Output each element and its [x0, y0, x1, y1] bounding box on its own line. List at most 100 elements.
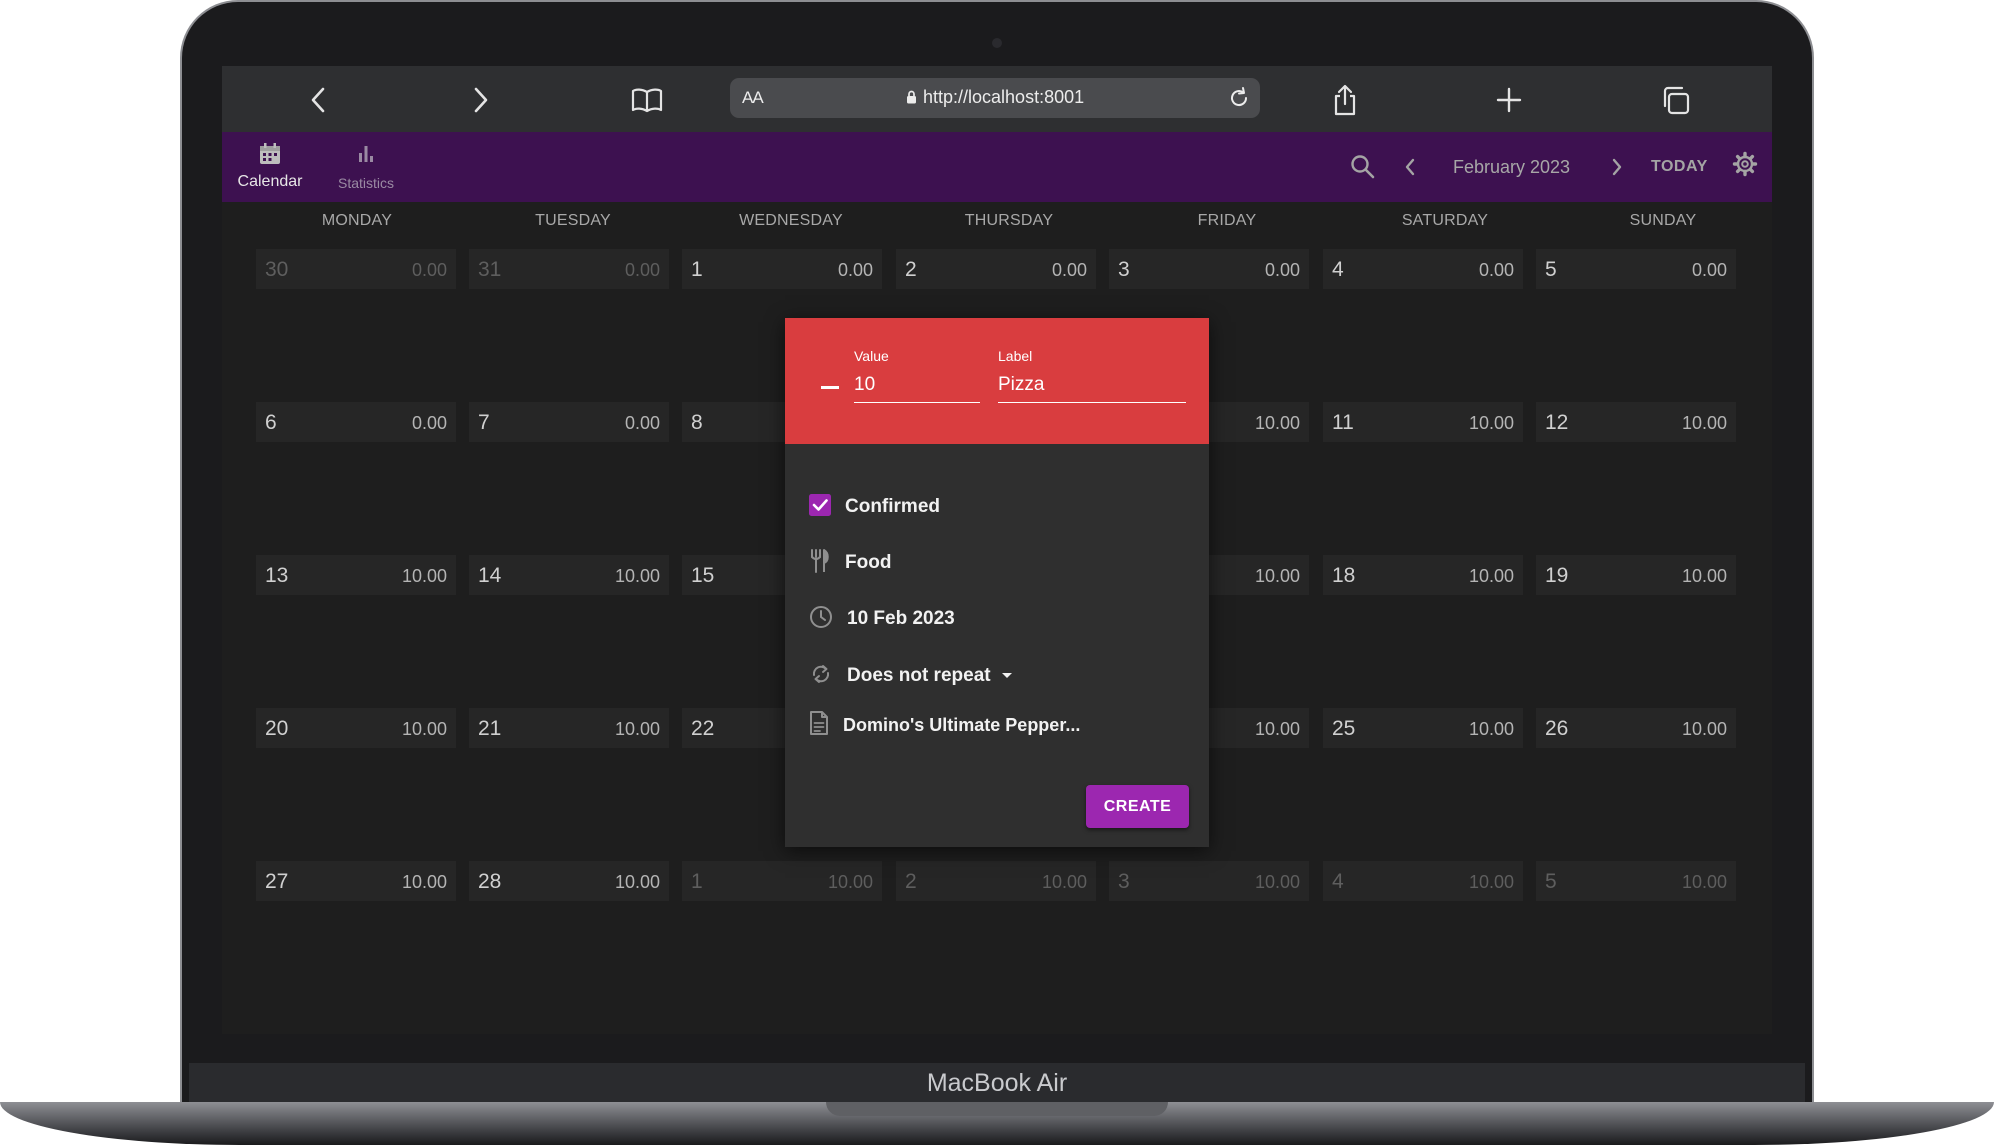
weekday-header: SATURDAY [1401, 212, 1489, 229]
day-amount: 10.00 [1254, 566, 1300, 586]
tabs-icon[interactable] [1658, 83, 1692, 117]
url-text[interactable]: http://localhost:8001 [923, 87, 1084, 108]
label-input[interactable]: Pizza [998, 374, 1186, 403]
next-month-icon[interactable] [1610, 157, 1624, 182]
category-text: Food [845, 552, 892, 573]
day-number: 5 [1545, 870, 1557, 893]
bar-chart-icon [354, 146, 378, 170]
date-row[interactable]: 10 Feb 2023 [809, 604, 955, 634]
day-cell[interactable]: 1 10.00 [682, 861, 882, 901]
lock-icon [906, 90, 917, 109]
note-text[interactable]: Domino's Ultimate Pepper... [843, 715, 1080, 736]
address-bar[interactable]: AA http://localhost:8001 [730, 78, 1260, 118]
calendar-icon [258, 143, 282, 170]
day-cell[interactable]: 6 0.00 [256, 402, 456, 442]
day-cell[interactable]: 18 10.00 [1323, 555, 1523, 595]
day-amount: 10.00 [1254, 413, 1300, 433]
day-number: 27 [265, 870, 289, 893]
day-number: 2 [905, 870, 917, 893]
checkbox-checked-icon[interactable] [809, 493, 831, 521]
nav-tab-calendar-label: Calendar [237, 173, 303, 190]
day-cell[interactable]: 19 10.00 [1536, 555, 1736, 595]
day-number: 22 [691, 717, 715, 740]
day-cell[interactable]: 13 10.00 [256, 555, 456, 595]
weekday-header-row: MONDAY TUESDAY WEDNESDAY THURSDAY FRIDAY… [222, 212, 1772, 232]
reader-button[interactable]: AA [742, 88, 764, 108]
day-number: 14 [478, 564, 502, 587]
note-icon [809, 710, 829, 740]
day-cell[interactable]: 10.00 [682, 249, 882, 289]
day-number: 8 [691, 411, 703, 434]
value-field-label: Value [854, 348, 889, 364]
repeat-icon [809, 662, 833, 691]
value-input[interactable]: 10 [854, 374, 980, 403]
bookmarks-icon[interactable] [630, 83, 664, 117]
day-cell[interactable]: 20 10.00 [256, 708, 456, 748]
day-cell[interactable]: 26 10.00 [1536, 708, 1736, 748]
day-cell[interactable]: 5 10.00 [1536, 861, 1736, 901]
back-icon[interactable] [301, 83, 335, 117]
day-cell[interactable]: 4 10.00 [1323, 861, 1523, 901]
gear-icon[interactable] [1732, 151, 1758, 182]
repeat-select[interactable]: Does not repeat [847, 665, 991, 687]
day-cell[interactable]: 310.00 [1109, 861, 1309, 901]
day-cell[interactable]: 25 10.00 [1323, 708, 1523, 748]
create-button[interactable]: CREATE [1086, 785, 1189, 828]
day-amount: 10.00 [401, 719, 447, 739]
note-row[interactable]: Domino's Ultimate Pepper... [809, 710, 1080, 740]
day-amount: 10.00 [401, 566, 447, 586]
weekday-header: MONDAY [321, 212, 393, 229]
confirmed-row[interactable]: Confirmed [809, 492, 940, 522]
value-field[interactable]: Value 10 [854, 348, 980, 403]
day-number: 11 [1332, 411, 1354, 434]
day-cell[interactable]: 14 10.00 [469, 555, 669, 595]
day-cell[interactable]: 30 0.00 [256, 249, 456, 289]
day-amount: 10.00 [827, 872, 873, 892]
day-cell[interactable]: 2 10.00 [896, 861, 1096, 901]
day-cell[interactable]: 12 10.00 [1536, 402, 1736, 442]
day-cell[interactable]: 21 10.00 [469, 708, 669, 748]
dialog-header: Value 10 Label Pizza [785, 318, 1209, 444]
day-number: 19 [1545, 564, 1569, 587]
day-cell[interactable]: 3 0.00 [1109, 249, 1309, 289]
day-cell[interactable]: 310.00 [469, 249, 669, 289]
sign-toggle-icon[interactable] [821, 386, 839, 389]
day-cell[interactable]: 7 0.00 [469, 402, 669, 442]
browser-toolbar: AA http://localhost:8001 [222, 66, 1772, 133]
weekday-header: WEDNESDAY [739, 212, 843, 229]
day-amount: 10.00 [1681, 413, 1727, 433]
today-button[interactable]: TODAY [1651, 158, 1708, 176]
weekday-header: FRIDAY [1197, 212, 1257, 229]
day-amount: 10.00 [1468, 719, 1514, 739]
day-amount: 0.00 [1264, 260, 1300, 280]
repeat-row[interactable]: Does not repeat [809, 661, 1013, 691]
nav-tab-statistics[interactable]: Statistics [326, 142, 406, 191]
new-tab-icon[interactable] [1492, 83, 1526, 117]
nav-tab-calendar[interactable]: Calendar [230, 142, 310, 191]
day-number: 21 [478, 717, 502, 740]
forward-icon[interactable] [464, 83, 498, 117]
day-cell[interactable]: 27 10.00 [256, 861, 456, 901]
dropdown-arrow-icon[interactable] [1001, 667, 1013, 685]
reload-icon[interactable] [1224, 83, 1254, 118]
day-cell[interactable]: 11 10.00 [1323, 402, 1523, 442]
day-number: 4 [1332, 870, 1344, 893]
nav-tab-statistics-label: Statistics [337, 175, 394, 191]
day-cell[interactable]: 28 10.00 [469, 861, 669, 901]
day-amount: 10.00 [1681, 719, 1727, 739]
day-cell[interactable]: 4 0.00 [1323, 249, 1523, 289]
label-field[interactable]: Label Pizza [998, 348, 1186, 403]
day-number: 6 [265, 411, 277, 434]
day-number: 30 [265, 258, 289, 281]
search-icon[interactable] [1350, 154, 1376, 185]
day-number: 12 [1545, 411, 1569, 434]
day-amount: 10.00 [1254, 872, 1300, 892]
month-label: February 2023 [1453, 157, 1571, 177]
day-amount: 10.00 [401, 872, 447, 892]
day-cell[interactable]: 5 0.00 [1536, 249, 1736, 289]
day-cell[interactable]: 2 0.00 [896, 249, 1096, 289]
cutlery-icon [809, 548, 831, 578]
category-row[interactable]: Food [809, 548, 891, 578]
share-icon[interactable] [1328, 83, 1362, 117]
prev-month-icon[interactable] [1403, 157, 1417, 182]
